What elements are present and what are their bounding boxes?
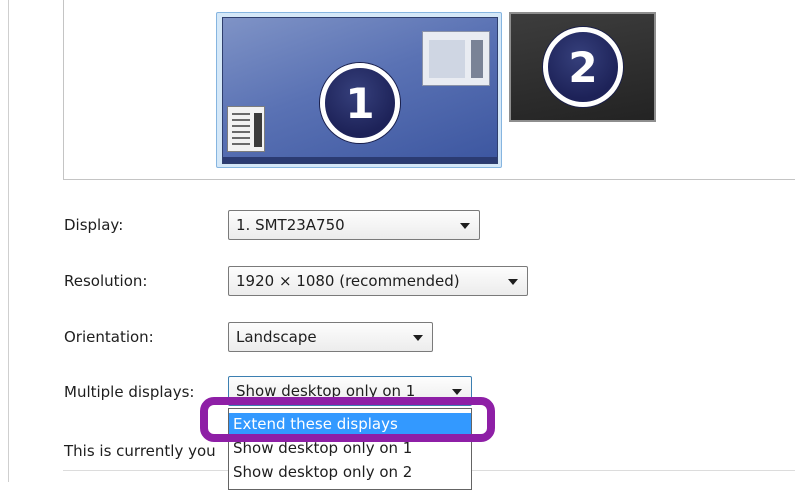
current-display-info: This is currently you — [64, 442, 216, 460]
monitor-1-number-badge: 1 — [320, 63, 400, 143]
document-lines — [232, 113, 250, 147]
dialog-left-border — [8, 0, 9, 482]
resolution-label: Resolution: — [64, 272, 148, 290]
display-settings-panel: 1 2 Display: 1. SMT23A750 Resolution: 19… — [0, 0, 795, 490]
display-label: Display: — [64, 216, 124, 234]
resolution-dropdown-value: 1920 × 1080 (recommended) — [236, 272, 460, 290]
highlight-annotation — [200, 397, 495, 442]
orientation-dropdown[interactable]: Landscape — [228, 322, 433, 352]
monitor-2-number-badge: 2 — [543, 27, 623, 107]
chevron-down-icon — [413, 335, 423, 341]
option-show-desktop-only-on-2[interactable]: Show desktop only on 2 — [229, 461, 471, 483]
resolution-dropdown[interactable]: 1920 × 1080 (recommended) — [228, 266, 528, 296]
document-sidebar — [254, 113, 262, 147]
display-dropdown[interactable]: 1. SMT23A750 — [228, 210, 480, 240]
orientation-dropdown-value: Landscape — [236, 328, 317, 346]
window-pane — [429, 40, 465, 78]
window-sidebar — [471, 40, 483, 78]
orientation-label: Orientation: — [64, 328, 154, 346]
chevron-down-icon — [452, 389, 462, 395]
chevron-down-icon — [508, 279, 518, 285]
monitor-1-window-thumbnail — [422, 31, 490, 86]
monitor-1-taskbar — [223, 157, 497, 163]
display-dropdown-value: 1. SMT23A750 — [236, 216, 345, 234]
chevron-down-icon — [460, 223, 470, 229]
monitor-1-document-thumbnail — [227, 106, 265, 152]
multiple-displays-label: Multiple displays: — [64, 383, 195, 401]
